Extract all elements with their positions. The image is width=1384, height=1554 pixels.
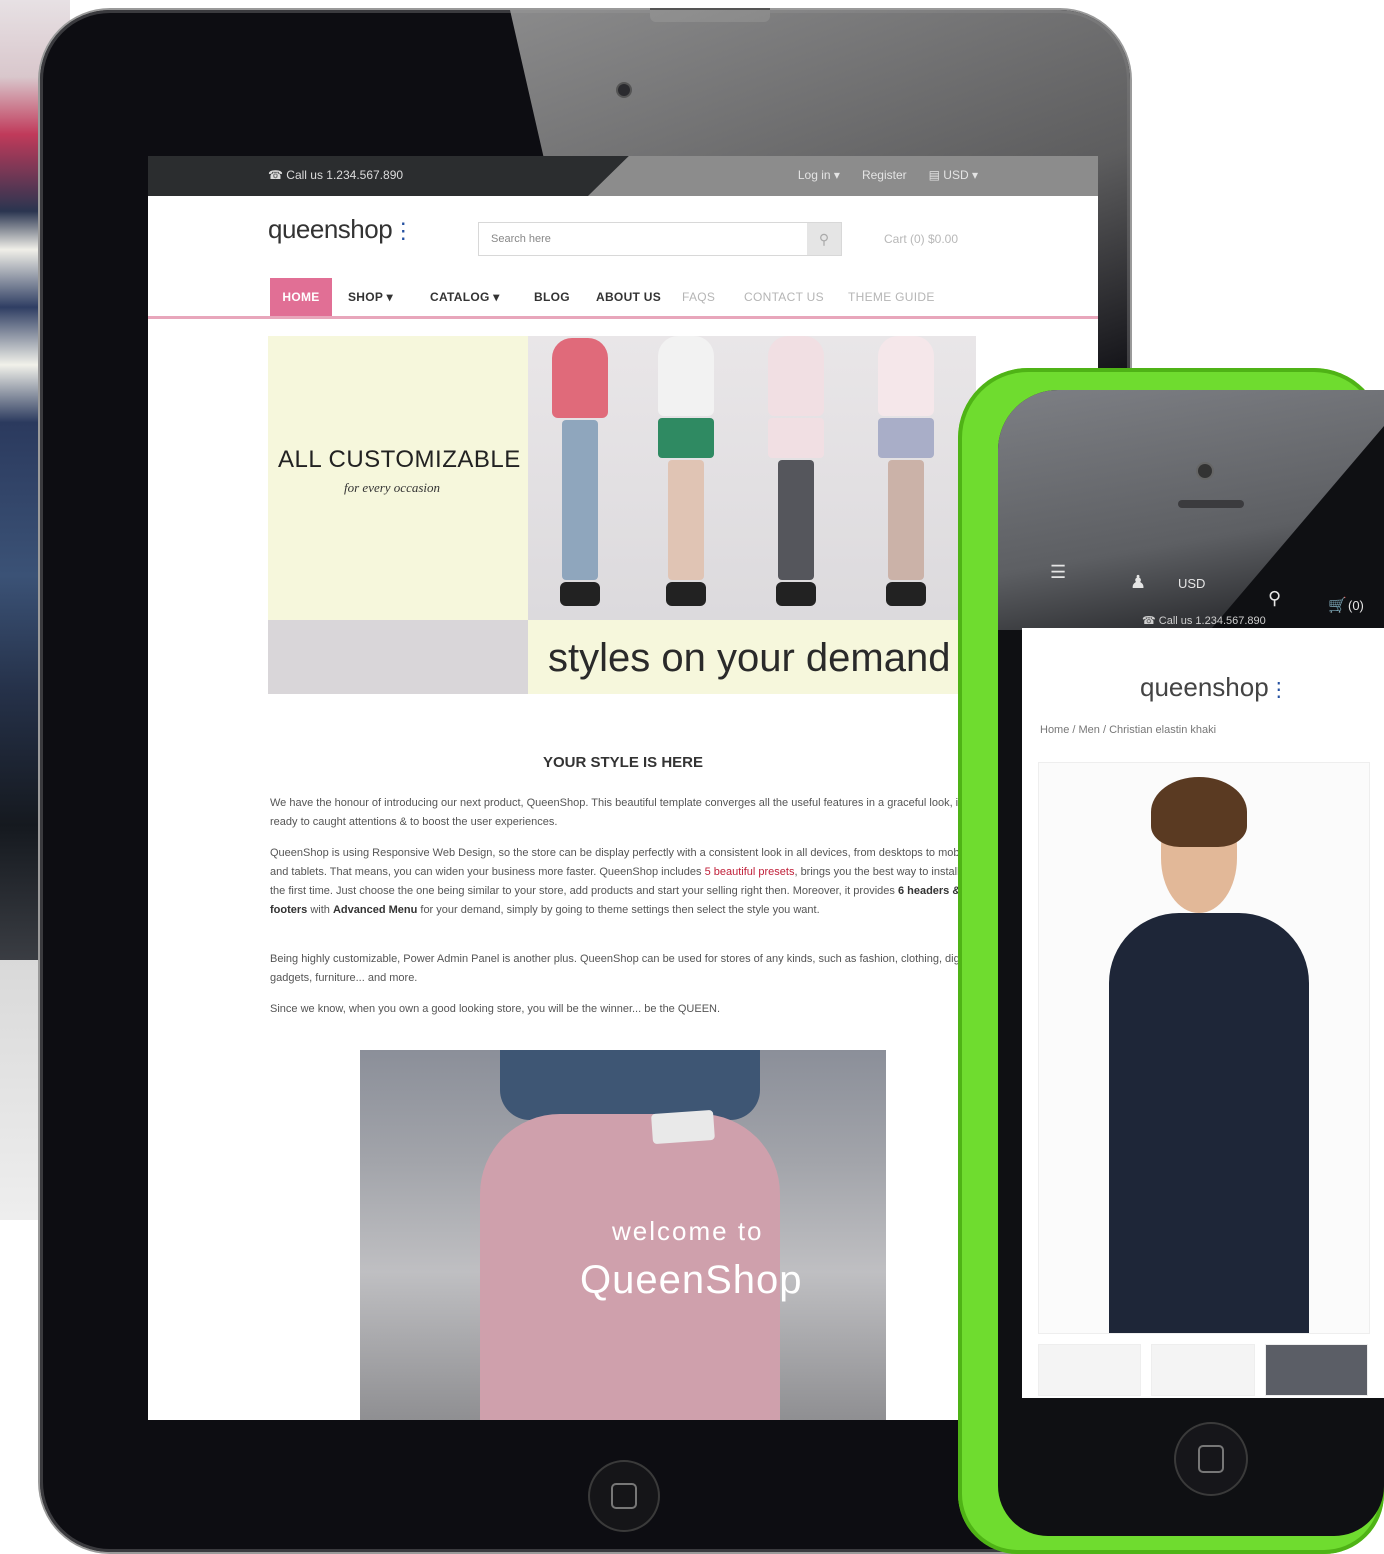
paragraph-text: for your demand, simply by going to them… (417, 904, 820, 916)
nav-theme-guide[interactable]: THEME GUIDE (848, 290, 935, 304)
banner-tagline-panel: styles on your demand (528, 620, 976, 694)
cart-link[interactable]: Cart (0) $0.00 (884, 232, 958, 246)
search-icon: ⚲ (818, 230, 830, 247)
call-us-text: ☎ Call us 1.234.567.890 (268, 168, 404, 182)
intro-paragraph: We have the honour of introducing our ne… (270, 797, 964, 828)
phone-cart-count[interactable]: (0) (1348, 598, 1364, 613)
phone-face: ☰ ♟ USD ⚲ 🛒 (0) ☎ Call us 1.234.567.890 … (998, 390, 1384, 1536)
model-figure (658, 336, 714, 606)
tablet-screen: ☎ Call us 1.234.567.890 Log in ▾ Registe… (148, 156, 1098, 1420)
phone-speaker (1178, 500, 1244, 508)
customizable-paragraph: Being highly customizable, Power Admin P… (270, 953, 974, 984)
thumbnail[interactable] (1264, 1344, 1368, 1396)
banner-text-panel: ALL CUSTOMIZABLE for every occasion (268, 336, 528, 620)
logo-dot-icon: ⋮ (1268, 679, 1289, 701)
banner-tagline: styles on your demand (548, 636, 951, 680)
shirt-shape (1109, 913, 1309, 1333)
phone-camera (1198, 464, 1212, 478)
nav-about-us[interactable]: ABOUT US (596, 290, 661, 304)
banner-subtitle: for every occasion (344, 480, 441, 495)
phone-home-button[interactable] (1174, 1422, 1248, 1496)
pocket-phone-shape (651, 1109, 715, 1145)
logo-text: queenshop (268, 214, 393, 244)
banner-gray-panel (268, 620, 528, 694)
closing-paragraph: Since we know, when you own a good looki… (270, 1003, 721, 1015)
section-heading: YOUR STYLE IS HERE (542, 754, 704, 771)
hero-banner[interactable]: ALL CUSTOMIZABLE for every occasion styl… (268, 336, 976, 694)
phone-device: ☰ ♟ USD ⚲ 🛒 (0) ☎ Call us 1.234.567.890 … (958, 368, 1384, 1554)
nav-faqs[interactable]: FAQS (682, 290, 715, 304)
model-figure (878, 336, 934, 606)
thumbnail[interactable] (1038, 1344, 1142, 1396)
phone-top-bar: ☰ ♟ USD ⚲ 🛒 (0) ☎ Call us 1.234.567.890 (1022, 558, 1384, 628)
cart-icon[interactable]: 🛒 (1328, 596, 1347, 614)
search-icon[interactable]: ⚲ (1268, 588, 1281, 609)
product-thumbnails (1038, 1344, 1368, 1396)
welcome-promo-image[interactable]: welcome to QueenShop (360, 1050, 886, 1420)
logo-dot-icon: ⋮ (392, 218, 414, 243)
advanced-menu-text: Advanced Menu (332, 904, 418, 916)
promo-brand-text: QueenShop (580, 1258, 803, 1302)
tablet-camera (618, 84, 630, 96)
nav-shop[interactable]: SHOP ▾ (348, 290, 393, 304)
register-link[interactable]: Register (862, 168, 907, 182)
breadcrumb[interactable]: Home / Men / Christian elastin khaki (1040, 724, 1216, 736)
product-image[interactable] (1038, 762, 1370, 1334)
home-icon (1198, 1445, 1224, 1473)
model-figure (552, 338, 608, 606)
nav-catalog[interactable]: CATALOG ▾ (430, 290, 500, 304)
jeans-jacket-shape (500, 1050, 760, 1120)
nav-blog[interactable]: BLOG (534, 290, 570, 304)
search-box: Search here ⚲ (478, 222, 842, 256)
main-nav: HOME SHOP ▾ CATALOG ▾ BLOG ABOUT US FAQS… (148, 278, 1098, 319)
banner-models-photo (528, 336, 976, 620)
phone-currency[interactable]: USD (1178, 576, 1205, 591)
search-button[interactable]: ⚲ (807, 223, 841, 255)
home-icon (611, 1483, 637, 1509)
user-icon[interactable]: ♟ (1130, 572, 1146, 593)
top-bar-links: Log in ▾ Register ▤ USD ▾ (798, 168, 978, 182)
banner-title: ALL CUSTOMIZABLE (278, 446, 521, 473)
nav-home[interactable]: HOME (270, 278, 332, 316)
phone-logo[interactable]: queenshop⋮ (1140, 672, 1289, 703)
paragraph-text: with (307, 904, 333, 916)
phone-logo-text: queenshop (1140, 672, 1269, 702)
search-input[interactable]: Search here (491, 233, 551, 245)
thumbnail[interactable] (1151, 1344, 1255, 1396)
hair-shape (1151, 777, 1247, 847)
nav-contact-us[interactable]: CONTACT US (744, 290, 824, 304)
presets-link[interactable]: 5 beautiful presets (705, 866, 795, 878)
top-bar: ☎ Call us 1.234.567.890 Log in ▾ Registe… (148, 156, 1098, 196)
tablet-home-button[interactable] (588, 1460, 660, 1532)
model-figure (768, 336, 824, 606)
login-link[interactable]: Log in ▾ (798, 168, 840, 182)
currency-dropdown[interactable]: ▤ USD ▾ (929, 168, 978, 182)
logo[interactable]: queenshop⋮ (268, 214, 414, 245)
phone-call-text: ☎ Call us 1.234.567.890 (1142, 615, 1266, 627)
features-paragraph: QueenShop is using Responsive Web Design… (270, 844, 976, 920)
promo-welcome-text: welcome to (612, 1216, 764, 1246)
phone-screen: queenshop⋮ Home / Men / Christian elasti… (1022, 628, 1384, 1398)
hamburger-menu-icon[interactable]: ☰ (1050, 562, 1066, 583)
